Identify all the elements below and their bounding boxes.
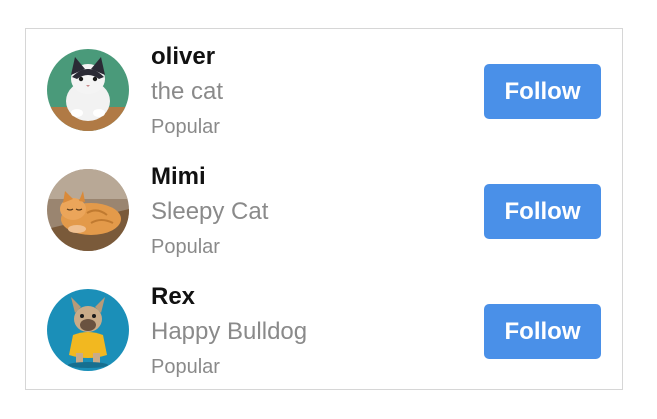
- follow-button[interactable]: Follow: [484, 64, 601, 119]
- user-name: oliver: [151, 43, 216, 70]
- avatar[interactable]: [47, 289, 129, 371]
- list-item: oliver the cat Popular Follow: [26, 29, 622, 149]
- list-item: Mimi Sleepy Cat Popular Follow: [26, 149, 622, 269]
- follow-suggestions-card: oliver the cat Popular Follow Mimi Sleep…: [25, 28, 623, 390]
- user-description: Sleepy Cat: [151, 198, 269, 225]
- follow-button[interactable]: Follow: [484, 304, 601, 359]
- cat-photo-icon: [47, 169, 129, 251]
- follow-button[interactable]: Follow: [484, 184, 601, 239]
- user-description: the cat: [151, 78, 224, 105]
- popularity-tag: Popular: [151, 356, 220, 378]
- list-item: Rex Happy Bulldog Popular Follow: [26, 269, 622, 389]
- user-name: Rex: [151, 283, 196, 310]
- avatar[interactable]: [47, 49, 129, 131]
- popularity-tag: Popular: [151, 236, 220, 258]
- user-description: Happy Bulldog: [151, 318, 308, 345]
- popularity-tag: Popular: [151, 116, 220, 138]
- user-name: Mimi: [151, 163, 206, 190]
- avatar[interactable]: [47, 169, 129, 251]
- dog-photo-icon: [47, 289, 129, 371]
- cat-photo-icon: [47, 49, 129, 131]
